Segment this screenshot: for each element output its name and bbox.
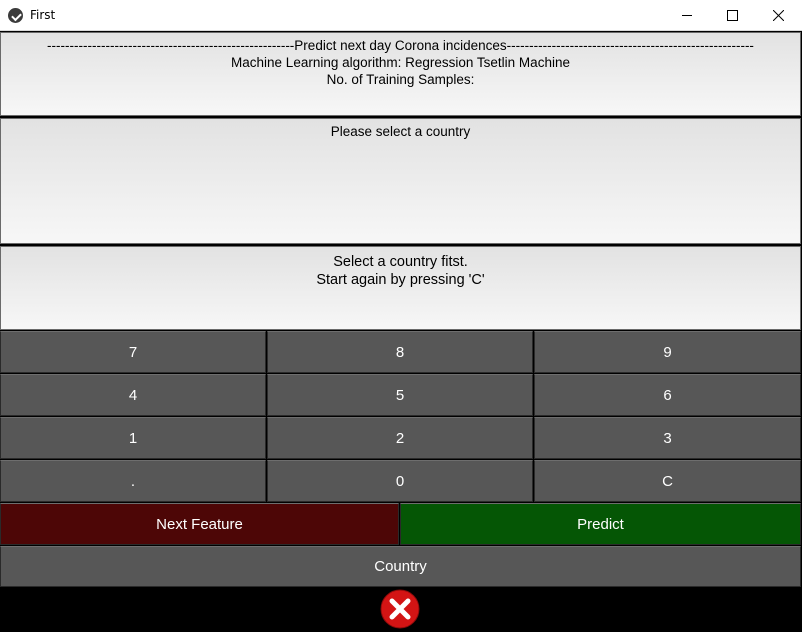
app-icon (8, 8, 23, 23)
training-samples-label: No. of Training Samples: (326, 72, 475, 87)
window-title: First (30, 8, 56, 22)
cancel-icon[interactable] (380, 589, 420, 629)
key-7[interactable]: 7 (0, 331, 266, 373)
key-8[interactable]: 8 (267, 331, 533, 373)
algorithm-label: Machine Learning algorithm: Regression T… (231, 55, 570, 70)
country-panel: Please select a country (0, 118, 801, 244)
minimize-icon (681, 15, 692, 16)
message-line-1: Select a country fitst. (333, 254, 468, 270)
key-2[interactable]: 2 (267, 417, 533, 459)
close-button[interactable] (755, 0, 801, 31)
next-feature-button[interactable]: Next Feature (0, 503, 399, 545)
predict-button[interactable]: Predict (400, 503, 801, 545)
key-clear[interactable]: C (534, 460, 801, 502)
header-title: ----------------------------------------… (47, 38, 754, 53)
key-6[interactable]: 6 (534, 374, 801, 416)
title-bar: First (0, 0, 802, 31)
key-decimal[interactable]: . (0, 460, 266, 502)
key-0[interactable]: 0 (267, 460, 533, 502)
message-panel: Select a country fitst. Start again by p… (0, 246, 801, 330)
country-prompt: Please select a country (330, 124, 471, 139)
message-line-2: Start again by pressing 'C' (316, 272, 485, 288)
header-panel: ----------------------------------------… (0, 32, 801, 116)
close-icon (772, 10, 784, 21)
key-5[interactable]: 5 (267, 374, 533, 416)
maximize-icon (726, 10, 738, 21)
maximize-button[interactable] (709, 0, 755, 31)
key-9[interactable]: 9 (534, 331, 801, 373)
country-button[interactable]: Country (0, 546, 801, 587)
key-3[interactable]: 3 (534, 417, 801, 459)
minimize-button[interactable] (664, 0, 710, 31)
key-1[interactable]: 1 (0, 417, 266, 459)
key-4[interactable]: 4 (0, 374, 266, 416)
